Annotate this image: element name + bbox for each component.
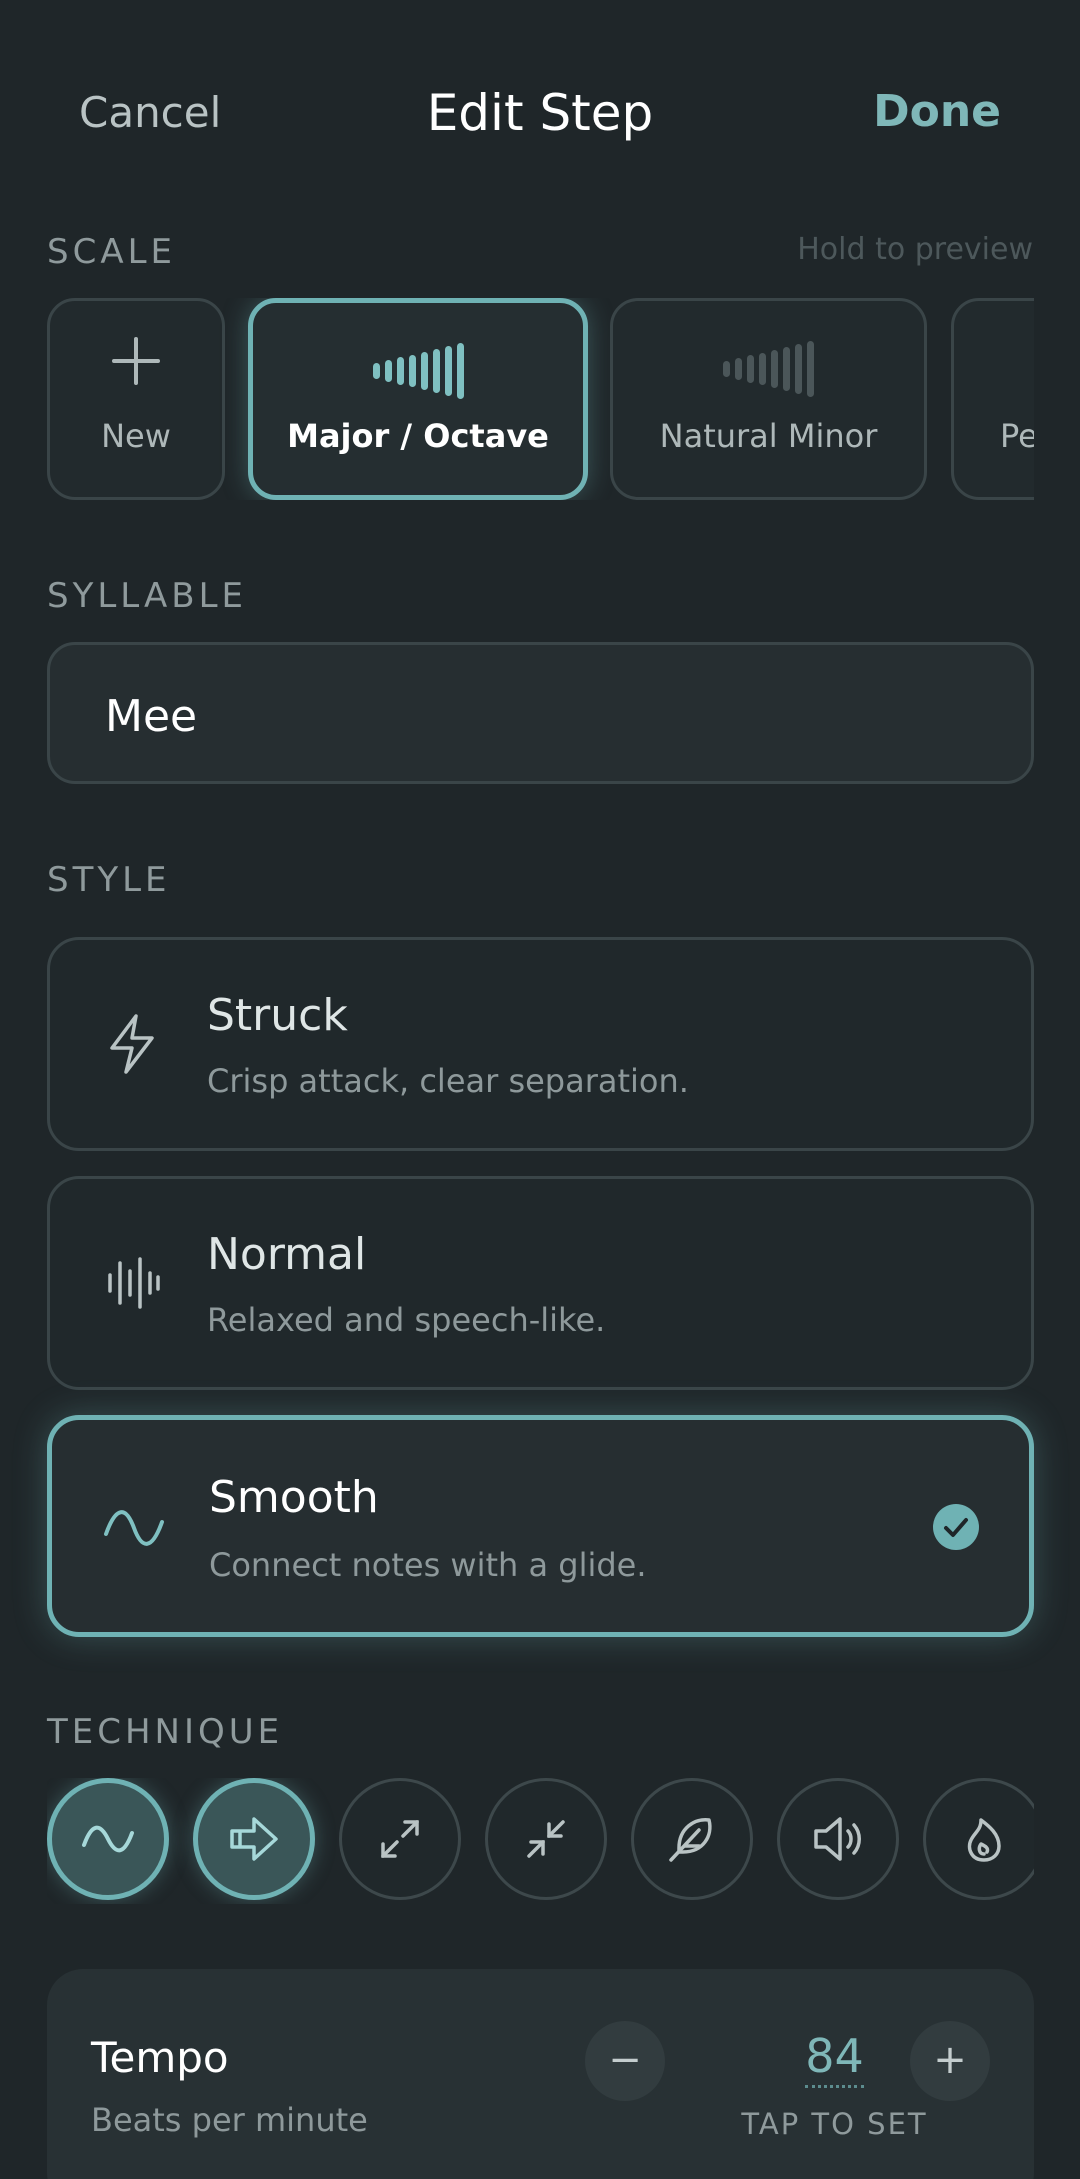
scale-selector: New Major / Octave Natural Minor Pe (47, 298, 1034, 500)
collapse-icon (527, 1820, 565, 1858)
technique-breathy-button[interactable] (631, 1778, 753, 1900)
tempo-subtitle: Beats per minute (91, 2101, 368, 2139)
style-option-title: Normal (207, 1229, 367, 1280)
tempo-panel: Tempo Beats per minute − 84 + TAP TO SET (47, 1969, 1034, 2179)
sine-wave-icon (102, 1496, 166, 1560)
technique-compress-button[interactable] (485, 1778, 607, 1900)
flame-icon (967, 1818, 1001, 1862)
style-option-struck[interactable]: Struck Crisp attack, clear separation. (47, 937, 1034, 1151)
technique-glide-button[interactable] (47, 1778, 169, 1900)
scale-bars-icon (253, 343, 583, 399)
speaker-icon (814, 1817, 861, 1861)
arrow-right-icon (230, 1817, 278, 1861)
sine-wave-icon (82, 1825, 134, 1853)
checkmark-icon (933, 1504, 979, 1550)
scale-card-natural-minor[interactable]: Natural Minor (610, 298, 927, 500)
technique-push-button[interactable] (193, 1778, 315, 1900)
tempo-value-text: 84 (805, 2029, 864, 2088)
scale-section-label: SCALE (47, 232, 177, 272)
feather-icon (669, 1818, 712, 1862)
scale-card-label: Pe (1000, 417, 1034, 455)
style-option-title: Smooth (209, 1472, 379, 1523)
done-button[interactable]: Done (873, 86, 1001, 137)
syllable-value: Mee (105, 691, 198, 742)
scale-card-major-octave[interactable]: Major / Octave (248, 298, 588, 500)
scale-card-label: Natural Minor (659, 417, 878, 455)
technique-expand-button[interactable] (339, 1778, 461, 1900)
tempo-value[interactable]: 84 (757, 2029, 912, 2088)
new-scale-label: New (101, 417, 171, 455)
tempo-decrease-button[interactable]: − (585, 2021, 665, 2101)
syllable-section-label: SYLLABLE (47, 576, 248, 616)
tap-to-set-label[interactable]: TAP TO SET (697, 2107, 972, 2141)
scale-card-label: Major / Octave (287, 417, 549, 455)
style-option-description: Crisp attack, clear separation. (207, 1062, 689, 1100)
style-option-title: Struck (207, 990, 348, 1041)
style-option-description: Relaxed and speech-like. (207, 1301, 606, 1339)
expand-icon (381, 1820, 419, 1858)
plus-icon (50, 329, 222, 403)
hold-to-preview-hint: Hold to preview (797, 232, 1033, 267)
tempo-increase-button[interactable]: + (910, 2021, 990, 2101)
lightning-icon (100, 1012, 164, 1076)
style-option-smooth[interactable]: Smooth Connect notes with a glide. (47, 1415, 1034, 1637)
new-scale-button[interactable]: New (47, 298, 225, 500)
scale-card-partial[interactable]: Pe (951, 298, 1034, 500)
style-option-normal[interactable]: Normal Relaxed and speech-like. (47, 1176, 1034, 1390)
waveform-icon (100, 1251, 164, 1315)
header: Cancel Edit Step Done (0, 0, 1080, 230)
syllable-input[interactable]: Mee (47, 642, 1034, 784)
technique-selector (47, 1778, 1034, 1904)
style-option-description: Connect notes with a glide. (209, 1546, 647, 1584)
tempo-title: Tempo (91, 2033, 229, 2082)
scale-bars-icon (613, 341, 924, 397)
technique-section-label: TECHNIQUE (47, 1712, 284, 1752)
technique-intense-button[interactable] (923, 1778, 1034, 1900)
technique-loud-button[interactable] (777, 1778, 899, 1900)
style-section-label: STYLE (47, 860, 171, 900)
